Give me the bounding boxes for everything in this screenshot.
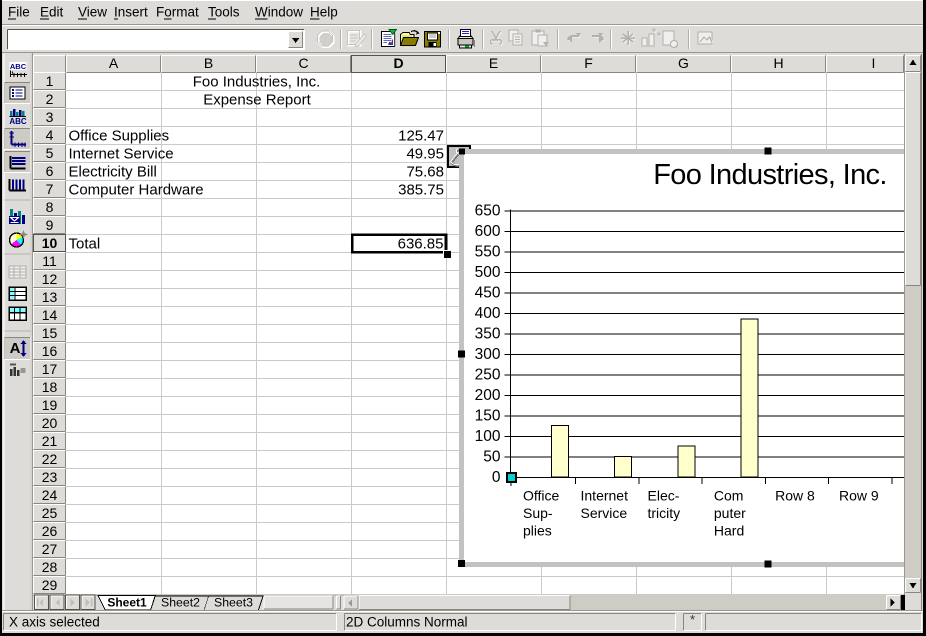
svg-text:0: 0 <box>492 469 501 486</box>
svg-text:17: 17 <box>42 361 58 377</box>
svg-text:ABC: ABC <box>10 62 27 71</box>
svg-text:View: View <box>78 5 107 20</box>
svg-text:Row 9: Row 9 <box>839 488 879 504</box>
svg-text:25: 25 <box>42 505 58 521</box>
svg-text:Internet Service: Internet Service <box>69 146 174 163</box>
svg-text:D: D <box>393 55 403 71</box>
svg-text:Sheet2: Sheet2 <box>161 596 200 610</box>
svg-text:E: E <box>489 55 498 71</box>
svg-text:Format: Format <box>156 5 199 20</box>
svg-text:Service: Service <box>581 505 628 521</box>
svg-text:19: 19 <box>42 397 58 413</box>
svg-text:plies: plies <box>523 523 552 539</box>
svg-text:Computer Hardware: Computer Hardware <box>69 182 204 199</box>
svg-text:A: A <box>10 340 21 357</box>
svg-text:Foo Industries, Inc.: Foo Industries, Inc. <box>193 74 321 91</box>
svg-text:28: 28 <box>42 559 58 575</box>
svg-text:H: H <box>773 55 783 71</box>
svg-text:ABC: ABC <box>9 117 27 126</box>
svg-text:Sup-: Sup- <box>523 505 553 521</box>
svg-text:Internet: Internet <box>581 488 629 504</box>
svg-text:29: 29 <box>42 577 58 593</box>
svg-text:22: 22 <box>42 451 58 467</box>
svg-text:C: C <box>298 55 308 71</box>
svg-text:Office Supplies: Office Supplies <box>69 128 170 145</box>
svg-text:50: 50 <box>483 449 501 466</box>
svg-text:250: 250 <box>475 367 501 384</box>
svg-text:*: * <box>690 612 695 627</box>
svg-text:A: A <box>109 55 119 71</box>
svg-text:Elec-: Elec- <box>648 488 680 504</box>
svg-text:12: 12 <box>42 271 58 287</box>
svg-text:B: B <box>204 55 213 71</box>
svg-text:2D Columns Normal: 2D Columns Normal <box>346 615 468 630</box>
svg-text:10: 10 <box>42 235 58 251</box>
svg-text:450: 450 <box>475 285 501 302</box>
svg-text:385.75: 385.75 <box>398 182 444 199</box>
svg-text:tricity: tricity <box>648 505 681 521</box>
svg-text:200: 200 <box>475 387 501 404</box>
svg-text:21: 21 <box>42 433 58 449</box>
svg-text:8: 8 <box>46 199 54 215</box>
svg-text:G: G <box>678 55 689 71</box>
svg-text:Window: Window <box>255 5 303 20</box>
svg-text:600: 600 <box>475 223 501 240</box>
svg-text:15: 15 <box>42 325 58 341</box>
svg-text:18: 18 <box>42 379 58 395</box>
svg-text:I: I <box>872 55 876 71</box>
svg-text:9: 9 <box>46 217 54 233</box>
svg-text:550: 550 <box>475 244 501 261</box>
svg-text:Sheet3: Sheet3 <box>214 596 253 610</box>
svg-text:Insert: Insert <box>114 5 148 20</box>
svg-text:636.85: 636.85 <box>398 236 444 253</box>
svg-text:49.95: 49.95 <box>406 146 444 163</box>
svg-text:13: 13 <box>42 289 58 305</box>
svg-text:Foo Industries, Inc.: Foo Industries, Inc. <box>653 159 887 191</box>
svg-text:26: 26 <box>42 523 58 539</box>
svg-text:Total: Total <box>69 236 101 253</box>
svg-text:100: 100 <box>475 428 501 445</box>
svg-text:20: 20 <box>42 415 58 431</box>
svg-text:11: 11 <box>42 253 57 269</box>
svg-text:24: 24 <box>42 487 58 503</box>
svg-text:F: F <box>584 55 593 71</box>
svg-text:1: 1 <box>46 73 54 89</box>
svg-text:75.68: 75.68 <box>406 164 444 181</box>
svg-text:150: 150 <box>475 408 501 425</box>
svg-text:3: 3 <box>46 109 54 125</box>
svg-text:14: 14 <box>42 307 58 323</box>
svg-text:X axis selected: X axis selected <box>9 615 100 630</box>
svg-text:4: 4 <box>46 127 54 143</box>
svg-text:500: 500 <box>475 264 501 281</box>
svg-text:Edit: Edit <box>40 5 64 20</box>
svg-text:Expense Report: Expense Report <box>203 92 311 109</box>
svg-text:2: 2 <box>46 91 54 107</box>
svg-text:27: 27 <box>42 541 58 557</box>
svg-text:Row 8: Row 8 <box>775 488 815 504</box>
svg-text:300: 300 <box>475 346 501 363</box>
svg-text:Help: Help <box>310 5 338 20</box>
svg-text:puter: puter <box>714 505 746 521</box>
svg-text:Hard: Hard <box>714 523 744 539</box>
svg-text:Sheet1: Sheet1 <box>107 596 147 610</box>
svg-text:23: 23 <box>42 469 58 485</box>
svg-text:6: 6 <box>46 163 54 179</box>
svg-text:5: 5 <box>46 145 54 161</box>
svg-text:Office: Office <box>523 488 560 504</box>
svg-text:125.47: 125.47 <box>398 128 444 145</box>
svg-text:400: 400 <box>475 305 501 322</box>
svg-text:Com: Com <box>714 488 744 504</box>
svg-text:Electricity Bill: Electricity Bill <box>69 164 157 181</box>
svg-text:Tools: Tools <box>208 5 240 20</box>
svg-text:350: 350 <box>475 326 501 343</box>
svg-text:7: 7 <box>46 181 54 197</box>
svg-text:File: File <box>8 5 30 20</box>
svg-text:650: 650 <box>475 203 501 220</box>
svg-text:16: 16 <box>42 343 58 359</box>
